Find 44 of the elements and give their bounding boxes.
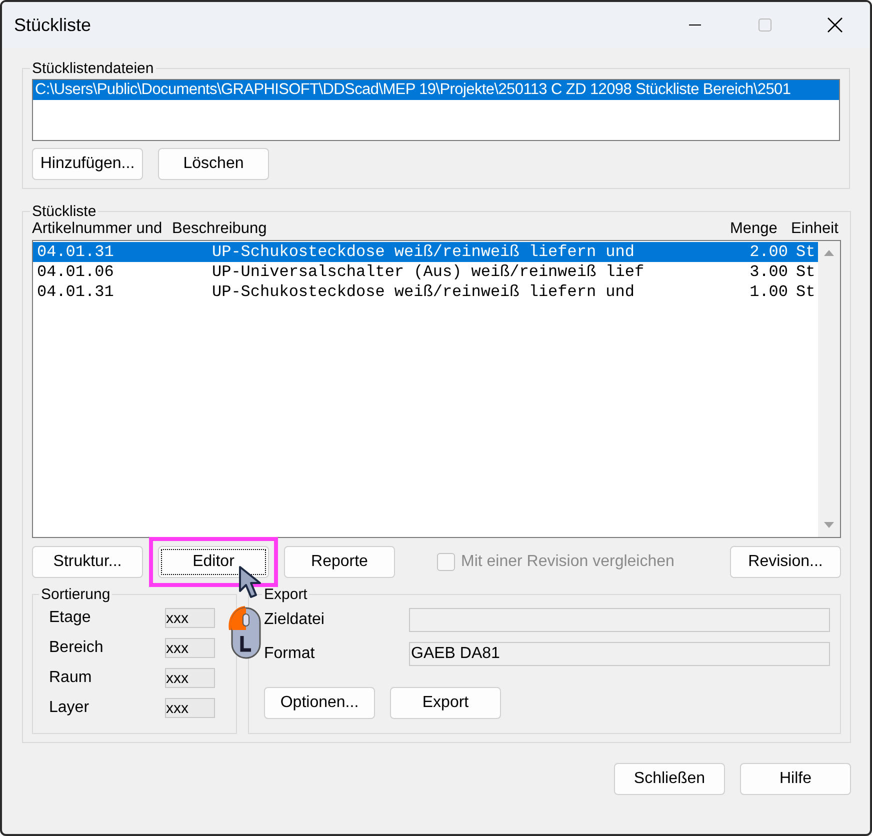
dialog-button[interactable]: Hilfe [740, 763, 851, 795]
group-title: Stücklistendateien [31, 60, 155, 77]
list-action-button[interactable]: Struktur... [32, 546, 143, 578]
sort-field[interactable]: xxx [165, 698, 215, 718]
group-title: Sortierung [40, 586, 112, 603]
checkbox-label: Mit einer Revision vergleichen [461, 553, 674, 571]
field-label: Zieldatei [264, 611, 326, 629]
file-action-button[interactable]: Löschen [158, 148, 269, 180]
close-icon [827, 17, 843, 33]
file-action-button[interactable]: Hinzufügen... [32, 148, 143, 180]
list-action-button[interactable]: Reporte [284, 546, 395, 578]
field-label: Format [264, 645, 316, 663]
dialog-button[interactable]: Schließen [614, 763, 725, 795]
parts-list[interactable]: 04.01.31 UP-Schukosteckdose weiß/reinweiß liefern und 2.00 St 04.01.06 UP-Universalschalter (Aus) weiß/reinweiß lief 3.00 St 04.01.31 UP-Schukosteckdose weiß/reinweiß liefern und 1.00 St [32, 240, 841, 538]
group-title: Export [263, 586, 308, 603]
field-label: Layer [48, 699, 90, 717]
field-label: Raum [48, 669, 93, 687]
maximize-icon [758, 18, 772, 32]
export-field[interactable]: GAEB DA81 [409, 642, 830, 666]
window-title: Stückliste [14, 14, 92, 36]
scroll-up-icon[interactable] [823, 249, 835, 257]
scrollbar[interactable] [818, 241, 840, 537]
field-label: Bereich [48, 639, 104, 657]
group-title: Stückliste [31, 203, 98, 220]
sort-field[interactable]: xxx [165, 668, 215, 688]
column-header: Artikelnummer und [32, 220, 164, 239]
file-path-item[interactable]: C:\Users\Public\Documents\GRAPHISOFT\DDScad\MEP 19\Projekte\250113 C ZD 12098 Stückliste Bereich\2501 [33, 80, 839, 100]
list-row[interactable]: 04.01.31 UP-Schukosteckdose weiß/reinweiß liefern und 2.00 St [33, 242, 818, 262]
export-field[interactable] [409, 608, 830, 632]
field-label: Etage [48, 609, 92, 627]
list-action-button[interactable]: Editor [158, 546, 269, 578]
export-action-button[interactable]: Optionen... [264, 687, 375, 719]
column-header: Beschreibung [172, 220, 268, 239]
list-row[interactable]: 04.01.31 UP-Schukosteckdose weiß/reinweiß liefern und 1.00 St [33, 282, 818, 302]
scroll-down-icon[interactable] [823, 521, 835, 529]
column-header: Einheit [791, 220, 840, 239]
export-action-button[interactable]: Export [390, 687, 501, 719]
sort-field[interactable]: xxx [165, 638, 215, 658]
column-header: Menge [730, 220, 778, 239]
minimize-icon [688, 24, 702, 26]
list-row[interactable]: 04.01.06 UP-Universalschalter (Aus) weiß/reinweiß lief 3.00 St [33, 262, 818, 282]
revision-button[interactable]: Revision... [730, 546, 841, 578]
sort-field[interactable]: xxx [165, 608, 215, 628]
file-list[interactable]: C:\Users\Public\Documents\GRAPHISOFT\DDScad\MEP 19\Projekte\250113 C ZD 12098 Stückliste Bereich\2501 [32, 79, 840, 141]
